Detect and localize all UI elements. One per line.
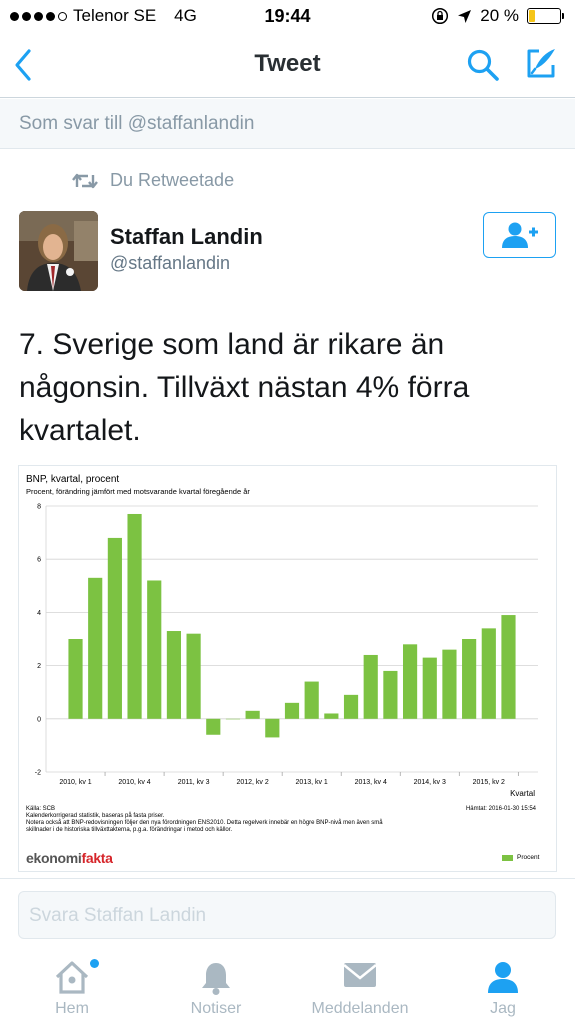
chart-note-3: skillnader i de historiska tillväxttakte… (26, 827, 233, 833)
home-icon (55, 961, 89, 994)
x-tick-label: 2010, kv 4 (118, 779, 150, 786)
bar-2014-kv-4 (442, 649, 457, 719)
bar-2013-kv-1 (304, 681, 319, 719)
retweet-label: Du Retweetade (110, 170, 235, 190)
bar-2010-kv-1 (68, 639, 83, 719)
tab-home[interactable]: Hem (12, 950, 132, 1024)
chart-retrieved-date: Hämtat: 2016-01-30 15:54 (465, 806, 536, 812)
add-user-icon (501, 222, 538, 248)
location-arrow-icon (458, 9, 472, 23)
chart-note-1: Kalenderkorrigerad statistik, baseras på… (26, 813, 165, 819)
x-tick-label: 2015, kv 2 (473, 779, 505, 786)
reply-context-text: Som svar till @staffanlandin (19, 113, 255, 134)
chart-x-axis-label: Kvartal (510, 789, 535, 798)
search-icon (467, 49, 499, 81)
avatar-photo (19, 211, 98, 291)
tab-label: Meddelanden (311, 1000, 409, 1017)
reply-input[interactable]: Svara Staffan Landin (18, 891, 556, 939)
tweet-text: 7. Sverige som land är rikare än någonsi… (19, 328, 470, 447)
y-tick-label: -2 (35, 770, 41, 777)
status-bar: Telenor SE 4G 19:44 20 % (0, 0, 575, 32)
chart-title: BNP, kvartal, procent (26, 474, 120, 485)
compose-icon (527, 49, 555, 78)
bar-2010-kv-3 (107, 537, 122, 719)
logo-part-2: fakta (81, 850, 113, 866)
x-tick-label: 2013, kv 4 (355, 779, 387, 786)
bar-2013-kv-3 (343, 694, 359, 719)
bar-2014-kv-1 (383, 670, 398, 719)
legend-label: Procent (517, 854, 540, 861)
author-handle[interactable]: @staffanlandin (110, 253, 230, 274)
retweet-header: Du Retweetade (72, 170, 234, 191)
bar-chart: -2 0 2 4 6 8 2010, kv 1 2010, kv 4 2011, kv 3 201… (35, 504, 538, 786)
home-notification-dot (90, 959, 99, 968)
tab-notifications[interactable]: Notiser (156, 950, 276, 1024)
bar-2015-kv-3 (501, 615, 516, 719)
chart-note-2: Notera också att BNP-redovisningen följe… (26, 820, 383, 826)
rotation-lock-icon (432, 7, 449, 25)
author-name[interactable]: Staffan Landin (110, 224, 263, 250)
avatar[interactable] (19, 211, 98, 291)
tab-messages[interactable]: Meddelanden (300, 950, 420, 1024)
bar-2011-kv-3 (186, 633, 201, 719)
bell-icon (202, 963, 230, 995)
x-tick-label: 2013, kv 1 (296, 779, 328, 786)
bar-2011-kv-1 (147, 580, 162, 719)
bar-2010-kv-4 (127, 513, 142, 719)
bar-2011-kv-2 (166, 631, 182, 719)
battery-level-fill (529, 10, 535, 22)
x-tick-label: 2014, kv 3 (414, 779, 446, 786)
bar-2011-kv-4 (206, 718, 221, 735)
chart-subtitle: Procent, förändring jämfört med motsvara… (26, 487, 250, 496)
legend-swatch (502, 854, 513, 861)
battery-icon (527, 8, 564, 24)
retweet-icon (72, 173, 98, 188)
chart-legend: Procent (502, 854, 539, 861)
battery-percent: 20 % (480, 6, 519, 25)
bar-2014-kv-3 (422, 657, 437, 719)
chart-note-source: Källa: SCB (26, 806, 56, 812)
tab-bar: Hem Notiser Meddelanden Jag (0, 950, 575, 1024)
user-icon (488, 962, 518, 993)
y-tick-label: 0 (37, 716, 41, 723)
envelope-icon (343, 963, 377, 987)
reply-area: Svara Staffan Landin (0, 878, 575, 950)
bar-2012-kv-1 (225, 718, 241, 720)
x-tick-label: 2010, kv 1 (59, 779, 91, 786)
bar-2015-kv-2 (481, 628, 496, 719)
bar-2012-kv-2 (245, 710, 260, 719)
search-button[interactable] (466, 48, 500, 87)
x-tick-label: 2011, kv 3 (178, 779, 210, 786)
tab-label: Notiser (190, 1000, 242, 1017)
x-tick-label: 2012, kv 2 (236, 779, 268, 786)
tab-label: Hem (55, 1000, 89, 1017)
logo-part-1: ekonomi (26, 850, 82, 866)
follow-button[interactable] (483, 212, 556, 258)
y-tick-label: 2 (37, 663, 41, 670)
y-tick-label: 6 (37, 557, 41, 564)
tweet-media-chart[interactable]: BNP, kvartal, procent Procent, förändrin… (18, 465, 557, 872)
y-tick-label: 8 (37, 504, 41, 511)
tab-label: Jag (490, 1000, 516, 1017)
bar-2010-kv-2 (88, 577, 103, 719)
navigation-bar: Tweet (0, 32, 575, 98)
bar-2012-kv-4 (284, 702, 300, 719)
ekonomifakta-logo: ekonomifakta (26, 850, 113, 866)
bar-2012-kv-3 (265, 718, 280, 738)
bar-2013-kv-2 (324, 713, 339, 719)
tab-me[interactable]: Jag (443, 950, 563, 1024)
reply-context-bar[interactable]: Som svar till @staffanlandin (0, 99, 575, 149)
bar-2013-kv-4 (363, 654, 378, 719)
compose-button[interactable] (524, 46, 558, 85)
y-tick-label: 4 (37, 610, 41, 617)
bar-2014-kv-2 (402, 644, 418, 719)
bar-2015-kv-1 (462, 639, 477, 719)
